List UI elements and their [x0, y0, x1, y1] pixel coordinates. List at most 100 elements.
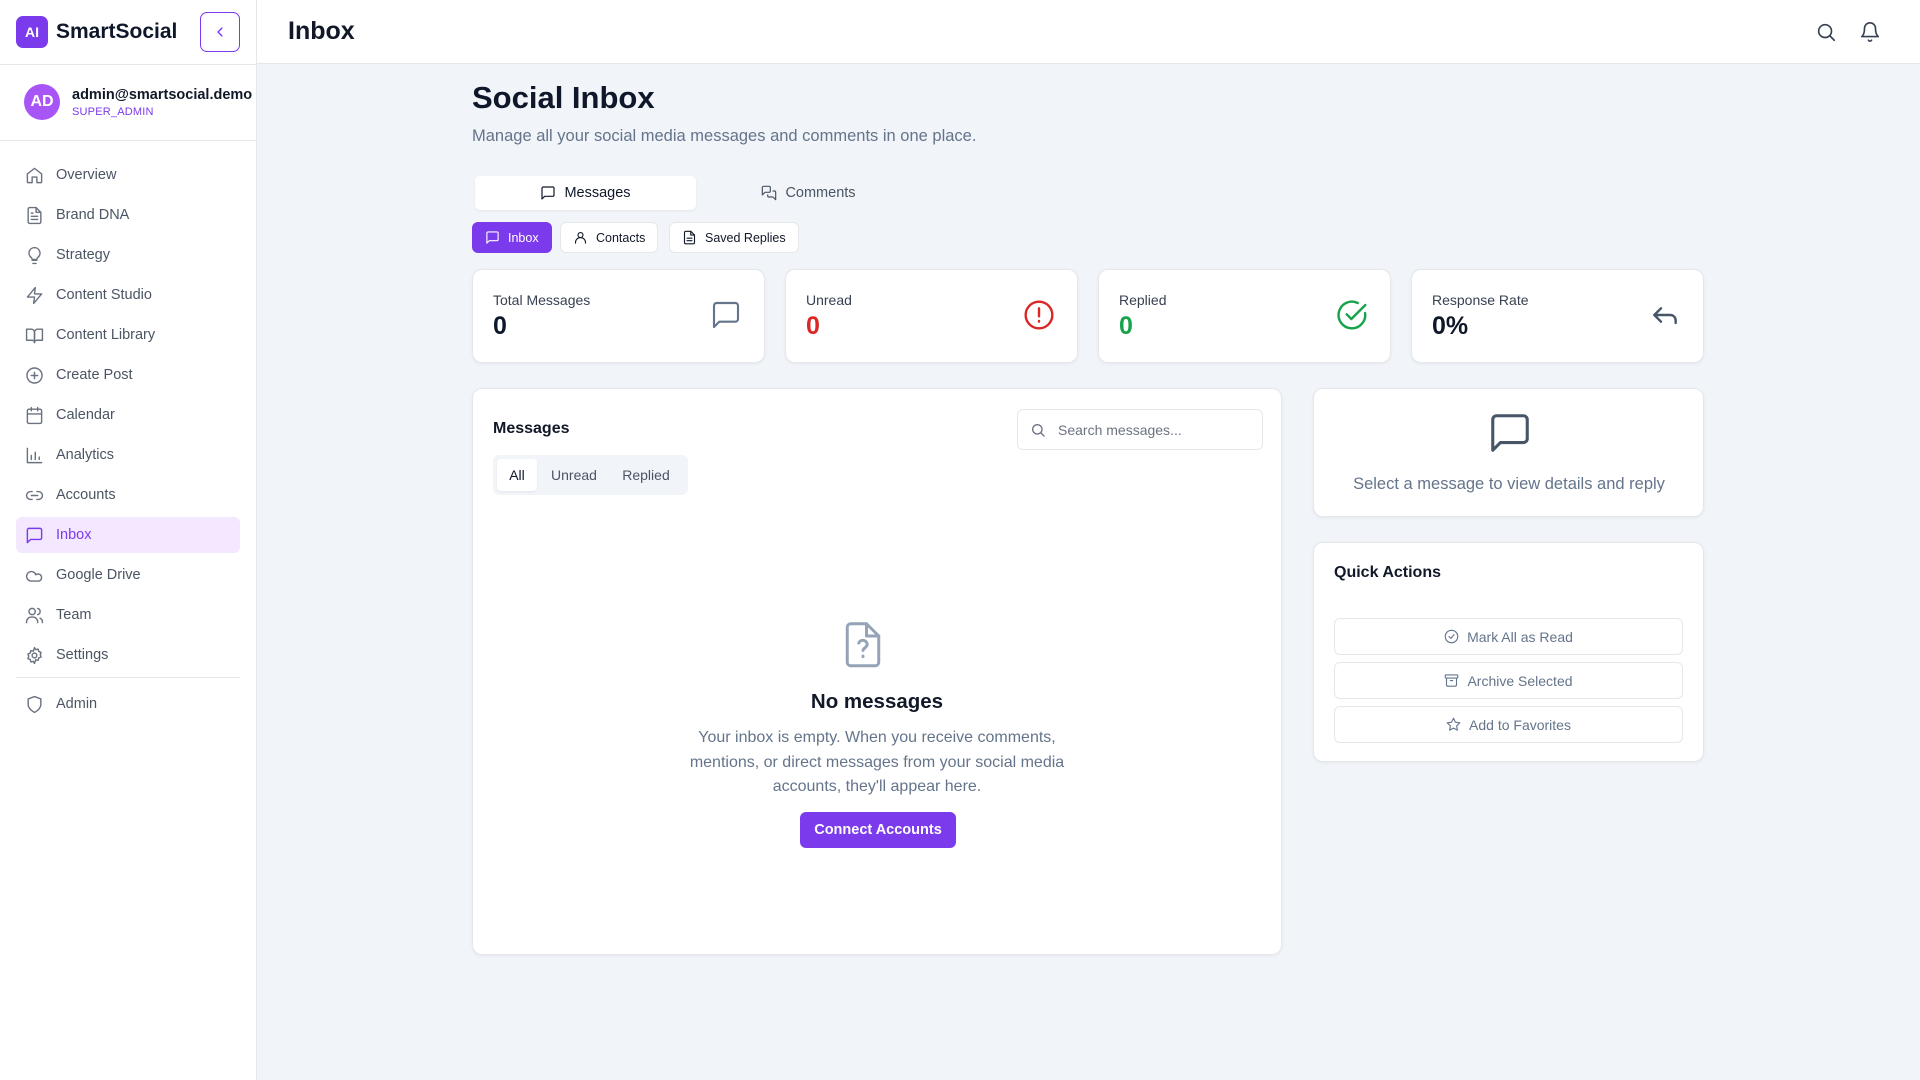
- sidebar-item-strategy[interactable]: Strategy: [16, 237, 240, 273]
- bar-chart-icon: [25, 446, 44, 465]
- mark-all-read-button[interactable]: Mark All as Read: [1334, 618, 1683, 655]
- stat-label: Response Rate: [1432, 292, 1529, 308]
- file-question-icon: [842, 622, 884, 668]
- sidebar-item-label: Google Drive: [56, 567, 141, 583]
- sidebar-item-team[interactable]: Team: [16, 597, 240, 633]
- filter-tabs: All Unread Replied: [493, 455, 688, 495]
- search-field[interactable]: [1017, 409, 1263, 450]
- document-icon: [682, 230, 697, 245]
- sidebar-item-settings[interactable]: Settings: [16, 637, 240, 673]
- sidebar-item-accounts[interactable]: Accounts: [16, 477, 240, 513]
- sidebar-item-label: Overview: [56, 167, 117, 183]
- archive-selected-button[interactable]: Archive Selected: [1334, 662, 1683, 699]
- user-icon: [573, 230, 588, 245]
- subtab-label: Inbox: [508, 230, 539, 245]
- lightbulb-icon: [25, 246, 44, 265]
- tab-messages[interactable]: Messages: [475, 176, 696, 210]
- sidebar-item-brand-dna[interactable]: Brand DNA: [16, 197, 240, 233]
- sidebar-item-label: Team: [56, 607, 92, 623]
- stat-card-total-messages: Total Messages 0: [472, 269, 765, 363]
- sidebar-item-admin[interactable]: Admin: [16, 686, 240, 722]
- sidebar-item-label: Strategy: [56, 247, 110, 263]
- stat-card-unread: Unread 0: [785, 269, 1078, 363]
- sidebar-item-google-drive[interactable]: Google Drive: [16, 557, 240, 593]
- user-role: SUPER_ADMIN: [72, 105, 154, 118]
- sidebar: AI SmartSocial AD admin@smartsocial.demo…: [0, 0, 257, 1080]
- stat-label: Unread: [806, 292, 852, 308]
- sidebar-item-label: Settings: [56, 647, 109, 663]
- brand-logo: AI: [16, 16, 48, 48]
- divider: [0, 64, 257, 65]
- sidebar-item-inbox[interactable]: Inbox: [16, 517, 240, 553]
- stat-value: 0: [493, 312, 507, 340]
- stat-label: Total Messages: [493, 292, 591, 308]
- lightning-icon: [25, 286, 44, 305]
- sidebar-item-label: Brand DNA: [56, 207, 130, 223]
- search-icon[interactable]: [1815, 21, 1837, 43]
- alert-circle-icon: [1023, 299, 1055, 331]
- button-label: Add to Favorites: [1469, 716, 1571, 733]
- avatar: AD: [24, 84, 60, 120]
- connect-accounts-button[interactable]: Connect Accounts: [800, 812, 956, 848]
- sidebar-item-label: Content Library: [56, 327, 156, 343]
- user-info: admin@smartsocial.demo SUPER_ADMIN: [72, 87, 252, 118]
- filter-unread[interactable]: Unread: [543, 459, 605, 491]
- detail-placeholder-text: Select a message to view details and rep…: [1353, 475, 1665, 493]
- sidebar-item-label: Analytics: [56, 447, 115, 463]
- sidebar-item-content-library[interactable]: Content Library: [16, 317, 240, 353]
- check-circle-icon: [1444, 629, 1459, 644]
- reply-icon: [1649, 299, 1681, 331]
- home-icon: [25, 166, 44, 185]
- chevron-left-icon: [212, 24, 228, 40]
- sidebar-item-overview[interactable]: Overview: [16, 157, 240, 193]
- calendar-icon: [25, 406, 44, 425]
- filter-all[interactable]: All: [497, 459, 537, 491]
- sidebar-item-label: Admin: [56, 696, 98, 712]
- add-to-favorites-button[interactable]: Add to Favorites: [1334, 706, 1683, 743]
- quick-actions-title: Quick Actions: [1334, 564, 1441, 581]
- sidebar-item-content-studio[interactable]: Content Studio: [16, 277, 240, 313]
- subtab-inbox[interactable]: Inbox: [472, 222, 552, 253]
- sidebar-item-analytics[interactable]: Analytics: [16, 437, 240, 473]
- users-icon: [25, 606, 44, 625]
- link-icon: [25, 486, 44, 505]
- brand[interactable]: AI SmartSocial: [16, 16, 177, 48]
- stat-card-replied: Replied 0: [1098, 269, 1391, 363]
- messages-icon: [761, 185, 777, 201]
- quick-actions-panel: Quick Actions Mark All as Read Archive S…: [1313, 542, 1704, 762]
- filter-replied[interactable]: Replied: [609, 459, 683, 491]
- messages-panel: Messages All Unread Replied No messages …: [472, 388, 1282, 955]
- document-icon: [25, 206, 44, 225]
- cloud-icon: [25, 566, 44, 585]
- user-profile[interactable]: AD admin@smartsocial.demo SUPER_ADMIN: [24, 84, 252, 120]
- check-circle-icon: [1336, 299, 1368, 331]
- divider: [0, 140, 257, 141]
- button-label: Mark All as Read: [1467, 628, 1573, 645]
- sidebar-item-label: Inbox: [56, 527, 92, 543]
- subtab-contacts[interactable]: Contacts: [560, 222, 659, 253]
- tab-comments[interactable]: Comments: [698, 176, 919, 210]
- message-square-icon: [1487, 410, 1533, 456]
- collapse-sidebar-button[interactable]: [200, 12, 240, 52]
- top-bar: Inbox: [257, 0, 1920, 64]
- user-email: admin@smartsocial.demo: [72, 86, 253, 103]
- shield-icon: [25, 695, 44, 714]
- stat-value: 0: [806, 312, 820, 340]
- stat-value: 0%: [1432, 312, 1469, 340]
- sidebar-item-label: Content Studio: [56, 287, 152, 303]
- subtab-label: Contacts: [596, 230, 646, 245]
- page-subtitle: Manage all your social media messages an…: [472, 127, 977, 145]
- page-header-title: Inbox: [288, 17, 355, 45]
- search-icon: [1030, 422, 1046, 438]
- subtab-label: Saved Replies: [705, 230, 786, 245]
- empty-state-title: No messages: [810, 690, 944, 713]
- sidebar-item-create-post[interactable]: Create Post: [16, 357, 240, 393]
- bell-icon[interactable]: [1859, 21, 1881, 43]
- subtab-saved-replies[interactable]: Saved Replies: [669, 222, 799, 253]
- star-icon: [1446, 717, 1461, 732]
- search-input[interactable]: [1058, 410, 1253, 449]
- sidebar-nav: Overview Brand DNA Strategy Content Stud…: [16, 157, 240, 726]
- brand-name: SmartSocial: [56, 20, 178, 43]
- sidebar-item-calendar[interactable]: Calendar: [16, 397, 240, 433]
- empty-state-description: Your inbox is empty. When you receive co…: [689, 729, 1065, 795]
